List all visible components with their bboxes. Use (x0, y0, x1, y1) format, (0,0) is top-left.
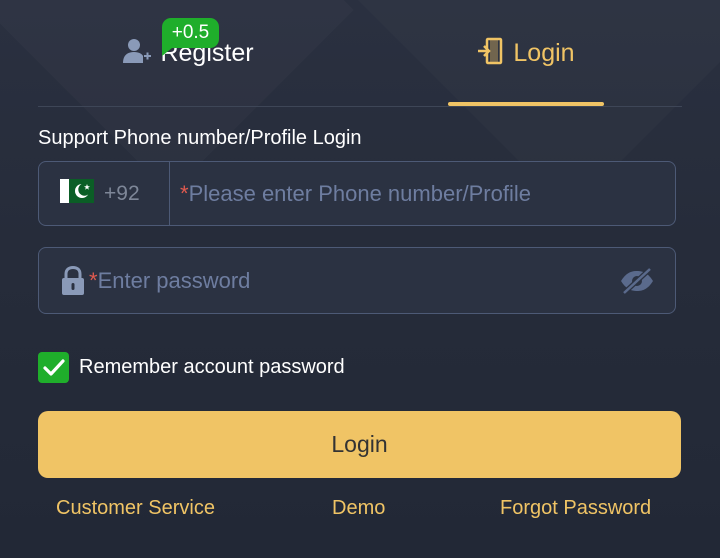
tab-register[interactable]: Register (108, 0, 268, 106)
login-button[interactable]: Login (38, 411, 681, 478)
lock-icon (61, 265, 85, 296)
password-placeholder: Enter password (97, 267, 251, 293)
tab-login-label: Login (513, 38, 575, 67)
password-input[interactable]: * Enter password (89, 248, 619, 313)
required-mark: * (180, 180, 189, 206)
auth-tabs: Register Login (38, 0, 682, 107)
phone-placeholder: Please enter Phone number/Profile (188, 180, 531, 206)
eye-slash-icon[interactable] (619, 266, 655, 296)
password-field: * Enter password (38, 247, 676, 314)
demo-link[interactable]: Demo (332, 497, 385, 520)
forgot-password-link[interactable]: Forgot Password (500, 497, 651, 520)
remember-label: Remember account password (79, 356, 345, 378)
required-mark: * (89, 267, 98, 293)
customer-service-link[interactable]: Customer Service (56, 497, 215, 520)
login-door-icon (477, 36, 505, 71)
country-code: +92 (104, 181, 140, 205)
tab-login[interactable]: Login (448, 0, 604, 106)
add-user-icon (122, 36, 152, 71)
bonus-badge: +0.5 (162, 18, 219, 56)
checkmark-icon (42, 358, 65, 376)
remember-checkbox[interactable] (38, 352, 69, 383)
support-text: Support Phone number/Profile Login (38, 127, 362, 149)
remember-password-toggle[interactable]: Remember account password (38, 352, 345, 383)
country-code-selector[interactable]: +92 (39, 162, 170, 225)
phone-field: +92 * Please enter Phone number/Profile (38, 161, 676, 226)
pakistan-flag-icon (60, 179, 94, 208)
active-tab-indicator (448, 102, 604, 106)
phone-input[interactable]: * Please enter Phone number/Profile (170, 162, 675, 225)
